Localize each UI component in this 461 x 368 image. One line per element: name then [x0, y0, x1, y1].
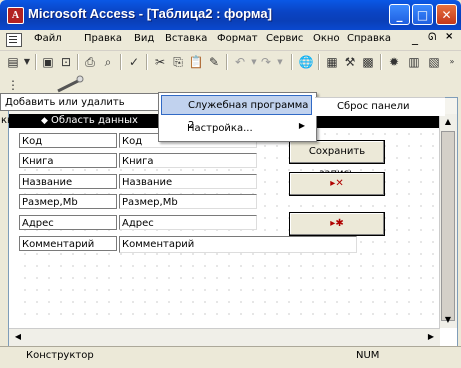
magic-wand-icon[interactable] [52, 75, 86, 95]
menu-format[interactable]: Формат [217, 33, 258, 44]
vertical-scrollbar[interactable]: ▲ ▼ [439, 114, 457, 328]
copy-icon[interactable]: ⎘ [170, 54, 186, 70]
toolbar-submenu: Служебная программа 2 ▶ Настройка... [158, 92, 317, 142]
scroll-right-icon[interactable]: ▶ [424, 330, 438, 344]
label-kommentariy[interactable]: Комментарий [19, 236, 117, 251]
field-list-icon[interactable]: ▦ [324, 54, 340, 70]
window-title: Microsoft Access - [Таблица2 : форма] [28, 6, 272, 21]
scroll-up-icon[interactable]: ▲ [441, 115, 455, 129]
doc-close-icon[interactable]: × [445, 31, 453, 42]
status-bar: Конструктор NUM [0, 346, 461, 368]
textbox-adres[interactable]: Адрес [119, 215, 257, 230]
new-record-button[interactable]: ▸✱ [289, 212, 385, 236]
access-window: A Microsoft Access - [Таблица2 : форма] … [0, 0, 461, 368]
scroll-down-icon[interactable]: ▼ [441, 313, 455, 327]
section-arrow-icon: ◆ [41, 116, 48, 126]
database-window-icon[interactable]: ▧ [426, 54, 442, 70]
delete-record-icon: ▸✕ [330, 178, 344, 189]
menu-view[interactable]: Вид [134, 33, 154, 44]
reset-toolbar-item[interactable]: Сброс панели [315, 97, 445, 116]
menu-bar: Файл Правка Вид Вставка Формат Сервис Ок… [0, 30, 461, 51]
build-icon[interactable]: ✹ [386, 54, 402, 70]
redo-dropdown-icon[interactable]: ▼ [272, 54, 288, 70]
menu-window[interactable]: Окно [313, 33, 340, 44]
doc-minimize-icon[interactable]: _ [412, 31, 418, 45]
textbox-razmer[interactable]: Размер,Mb [119, 194, 257, 209]
view-dropdown-icon[interactable]: ▼ [19, 54, 35, 70]
search-file-icon[interactable]: ⊡ [58, 54, 74, 70]
label-razmer[interactable]: Размер,Mb [19, 194, 117, 209]
add-remove-buttons-menu[interactable]: Добавить или удалить кнопки ▾ [0, 93, 160, 126]
toolbar-grip-icon[interactable]: ⋮ [5, 77, 21, 93]
print-icon[interactable]: ⎙ [82, 54, 98, 70]
textbox-kommentariy[interactable]: Комментарий [119, 236, 357, 253]
menu-item-customize[interactable]: Настройка... [161, 119, 312, 139]
autoformat-icon[interactable]: ▩ [360, 54, 376, 70]
label-kod[interactable]: Код [19, 133, 117, 148]
label-adres[interactable]: Адрес [19, 215, 117, 230]
format-painter-icon[interactable]: ✎ [206, 54, 222, 70]
menu-file[interactable]: Файл [34, 33, 62, 44]
form-design-toolbar: ▤ ▼ ▣ ⊡ ⎙ ⌕ ✓ ✂ ⎘ 📋 ✎ ↶ ▼ ↷ ▼ 🌐 ▦ ⚒ ▩ ✹ … [0, 51, 461, 73]
properties-icon[interactable]: ▥ [406, 54, 422, 70]
submenu-arrow-icon: ▾ [150, 116, 155, 125]
form-document-icon[interactable] [6, 33, 22, 47]
vertical-scroll-thumb[interactable] [441, 131, 455, 321]
menu-help[interactable]: Справка [347, 33, 391, 44]
spelling-icon[interactable]: ✓ [126, 54, 142, 70]
print-preview-icon[interactable]: ⌕ [100, 54, 116, 70]
label-nazvanie[interactable]: Название [19, 174, 117, 189]
doc-restore-icon[interactable]: ᘏ [428, 32, 436, 43]
reset-toolbar-label: Сброс панели [337, 101, 410, 112]
menu-edit[interactable]: Правка [84, 33, 122, 44]
menu-tools[interactable]: Сервис [266, 33, 303, 44]
close-button[interactable]: ✕ [436, 4, 457, 25]
hyperlink-icon[interactable]: 🌐 [298, 54, 314, 70]
title-bar: A Microsoft Access - [Таблица2 : форма] … [0, 0, 461, 30]
minimize-button[interactable]: _ [389, 4, 410, 25]
save-icon[interactable]: ▣ [40, 54, 56, 70]
access-app-icon[interactable]: A [7, 7, 24, 24]
delete-record-button[interactable]: ▸✕ [289, 172, 385, 196]
textbox-nazvanie[interactable]: Название [119, 174, 257, 189]
paste-icon[interactable]: 📋 [188, 54, 204, 70]
scroll-left-icon[interactable]: ◀ [11, 330, 25, 344]
status-mode: Конструктор [26, 350, 94, 361]
toolbar-options-icon[interactable]: » [444, 54, 460, 70]
save-record-button[interactable]: Сохранить запись [289, 140, 385, 179]
new-record-icon: ▸✱ [330, 218, 344, 229]
menu-item-utility-2[interactable]: Служебная программа 2 ▶ [161, 95, 312, 131]
maximize-button[interactable]: □ [412, 4, 433, 25]
cut-icon[interactable]: ✂ [152, 54, 168, 70]
detail-section-label: Область данных [51, 115, 138, 126]
textbox-kniga[interactable]: Книга [119, 153, 257, 168]
status-num: NUM [356, 350, 380, 361]
toolbox-icon[interactable]: ⚒ [342, 54, 358, 70]
label-kniga[interactable]: Книга [19, 153, 117, 168]
horizontal-scrollbar[interactable]: ◀ ▶ [9, 328, 440, 346]
menu-insert[interactable]: Вставка [165, 33, 207, 44]
detail-grid[interactable]: Код Книга Название Размер,Mb Адрес Комме… [19, 128, 439, 324]
